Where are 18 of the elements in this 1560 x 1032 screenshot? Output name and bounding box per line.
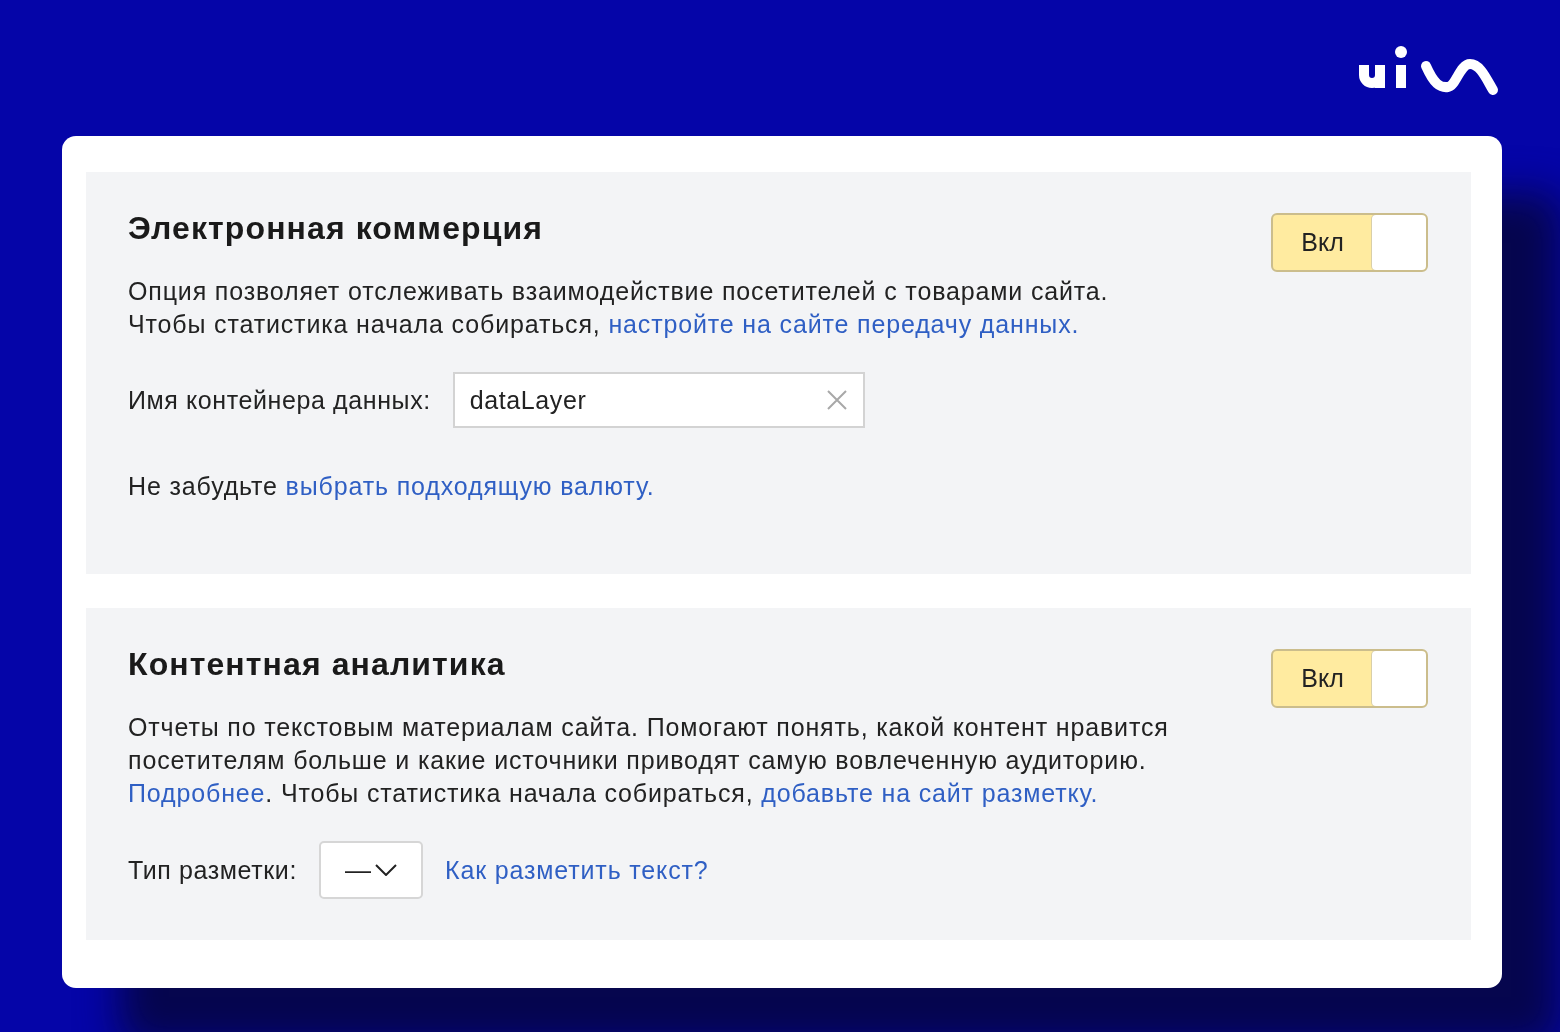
description-text: Отчеты по текстовым материалам сайта. Помогают понять, какой контент нравится посетителям больше и какие источники приводят самую вовлеченную аудиторию. Подробнее. Чтобы статистика начала собираться, добавьте на сайт разметку. [128,712,1169,809]
clear-icon[interactable] [826,390,847,410]
select-dropdown[interactable]: — [319,841,423,899]
field-label: Имя контейнера данных: [128,384,431,416]
toggle-switch[interactable]: Вкл [1271,213,1428,272]
toggle-switch[interactable]: Вкл [1271,649,1428,708]
help-link[interactable]: Как разметить текст? [445,853,709,887]
description-text: Опция позволяет отслеживать взаимодействие посетителей с товарами сайта. Чтобы статистика начала собираться, настройте на сайте передачу данных. [128,276,1109,340]
note-text: Не забудьте выбрать подходящую валюту. [128,471,656,502]
field-label: Тип разметки: [128,854,297,886]
inline-link[interactable]: добавьте на сайт разметку. [761,779,1099,807]
chevron-icon [375,864,397,876]
inline-link[interactable]: настройте на сайте передачу данных. [608,310,1080,338]
input-field[interactable]: dataLayer [452,372,865,428]
section-title: Контентная аналитика [128,645,507,684]
inline-link[interactable]: Подробнее [128,779,266,807]
section-title: Электронная коммерция [128,209,544,248]
inline-link[interactable]: выбрать подходящую валюту. [285,472,655,500]
